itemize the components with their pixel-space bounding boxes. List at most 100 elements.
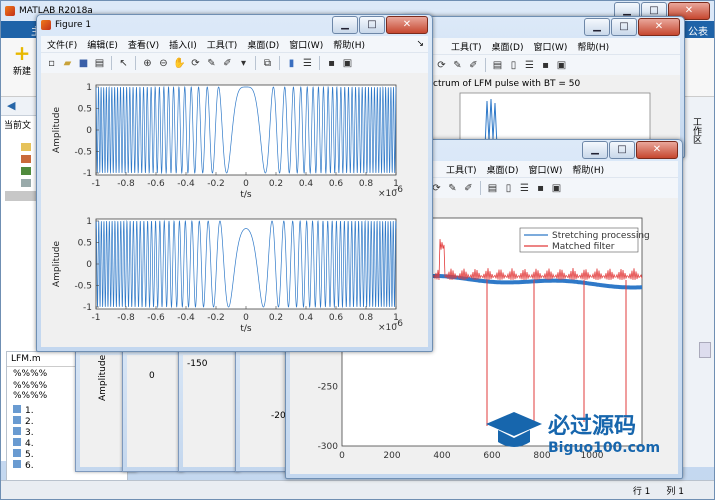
x-tick-label: -0.8 xyxy=(117,179,135,189)
new-figure-icon[interactable]: ▫ xyxy=(45,57,58,70)
x-tick-label: -1 xyxy=(92,313,101,323)
rotate-icon[interactable]: ⟳ xyxy=(435,59,448,72)
datatip-icon[interactable]: ✎ xyxy=(451,59,464,72)
menu-desktop[interactable]: 桌面(D) xyxy=(487,163,519,176)
hide-plot-icon[interactable]: ▪ xyxy=(325,57,338,70)
brush-dropdown-icon[interactable]: ▾ xyxy=(237,57,250,70)
workspace-tab[interactable]: 工作区 xyxy=(690,117,703,144)
toolbar-separator xyxy=(279,56,280,70)
menu-window[interactable]: 窗口(W) xyxy=(533,40,567,53)
zoom-out-icon[interactable]: ⊖ xyxy=(157,57,170,70)
hide-plot-icon[interactable]: ▪ xyxy=(534,182,547,195)
minimize-button[interactable]: ▁ xyxy=(584,18,610,36)
back-icon[interactable]: ◀ xyxy=(7,99,15,112)
datatip-icon[interactable]: ✎ xyxy=(205,57,218,70)
minimize-button[interactable]: ▁ xyxy=(582,141,608,159)
figure1-toolbar: ▫ ▰ ■ ▤ ↖ ⊕ ⊖ ✋ ⟳ ✎ ✐ ▾ ⧉ ▮ ☰ ▪ ▣ xyxy=(41,52,428,73)
menu-desktop[interactable]: 桌面(D) xyxy=(492,40,524,53)
maximize-button[interactable]: □ xyxy=(611,18,637,36)
file-icon[interactable] xyxy=(21,155,31,163)
legend-icon[interactable]: ☰ xyxy=(518,182,531,195)
legend-icon[interactable]: ☰ xyxy=(301,57,314,70)
close-button[interactable]: ✕ xyxy=(636,141,678,159)
menu-window[interactable]: 窗口(W) xyxy=(528,163,562,176)
close-button[interactable]: ✕ xyxy=(638,18,680,36)
hide-plot-icon[interactable]: ▪ xyxy=(539,59,552,72)
menu-file[interactable]: 文件(F) xyxy=(47,38,77,51)
show-plot-icon[interactable]: ▣ xyxy=(555,59,568,72)
subplot-top: -1 -0.8 -0.6 -0.4 -0.2 0 0.2 0.4 0.6 0.8 110.50-0.… xyxy=(52,83,403,200)
y-tick-label: 1 xyxy=(86,217,92,227)
print-icon[interactable]: ▤ xyxy=(93,57,106,70)
figure1-menubar: 文件(F) 编辑(E) 查看(V) 插入(I) 工具(T) 桌面(D) 窗口(W… xyxy=(41,36,428,52)
menu-help[interactable]: 帮助(H) xyxy=(577,40,609,53)
file-selected-row[interactable] xyxy=(5,191,37,201)
toolbar-separator xyxy=(255,56,256,70)
pointer-icon[interactable]: ↖ xyxy=(117,57,130,70)
menu-desktop[interactable]: 桌面(D) xyxy=(247,38,279,51)
y-tick-label: 0 xyxy=(86,126,92,136)
zoom-in-icon[interactable]: ⊕ xyxy=(141,57,154,70)
menu-help[interactable]: 帮助(H) xyxy=(333,38,365,51)
minimize-button[interactable]: ▁ xyxy=(332,16,358,34)
colorbar-icon[interactable]: ▯ xyxy=(502,182,515,195)
figure2-toolbar: ⟳ ✎ ✐ ▤ ▯ ☰ ▪ ▣ xyxy=(405,54,680,75)
plus-icon: + xyxy=(13,41,31,65)
pan-icon[interactable]: ✋ xyxy=(173,57,186,70)
status-bar: 行 1 列 1 xyxy=(1,480,714,499)
figure-window-1[interactable]: Figure 1 ▁ □ ✕ 文件(F) 编辑(E) 查看(V) 插入(I) 工… xyxy=(36,14,433,352)
datatip-icon[interactable]: ✎ xyxy=(446,182,459,195)
script-icon xyxy=(13,427,21,435)
menu-tools[interactable]: 工具(T) xyxy=(451,40,482,53)
x-tick-label: 0 xyxy=(243,179,249,189)
menu-edit[interactable]: 编辑(E) xyxy=(87,38,118,51)
save-icon[interactable]: ■ xyxy=(77,57,90,70)
x-tick-label: 0.8 xyxy=(359,179,374,189)
brush-icon[interactable]: ✐ xyxy=(462,182,475,195)
colorbar-icon[interactable]: ▯ xyxy=(507,59,520,72)
figure-client xyxy=(183,355,235,467)
legend-entry-stretching: Stretching processing xyxy=(552,231,650,241)
file-icon[interactable] xyxy=(21,167,31,175)
print-icon[interactable]: ▤ xyxy=(486,182,499,195)
brush-icon[interactable]: ✐ xyxy=(221,57,234,70)
workspace-scrollbar[interactable] xyxy=(699,342,711,358)
menu-tools[interactable]: 工具(T) xyxy=(446,163,477,176)
x-tick-label: 0.4 xyxy=(299,313,314,323)
list-item-label: 4. xyxy=(25,439,34,449)
rotate-icon[interactable]: ⟳ xyxy=(189,57,202,70)
x-tick-label: 0.2 xyxy=(269,313,283,323)
colorbar-icon[interactable]: ▮ xyxy=(285,57,298,70)
matlab-logo-icon xyxy=(5,6,15,16)
legend-icon[interactable]: ☰ xyxy=(523,59,536,72)
y-tick-label: -1 xyxy=(83,169,92,179)
new-button[interactable]: + 新建 xyxy=(7,42,37,77)
y-tick-label: -0.5 xyxy=(74,148,92,158)
menu-window[interactable]: 窗口(W) xyxy=(289,38,323,51)
figure-window-2[interactable]: ▁ □ ✕ 工具(T) 桌面(D) 窗口(W) 帮助(H) ⟳ ✎ ✐ ▤ ▯ … xyxy=(400,16,685,158)
menu-tools[interactable]: 工具(T) xyxy=(207,38,238,51)
y-tick-label: 1 xyxy=(86,83,92,93)
axis-ylabel: Amplitude xyxy=(98,354,108,401)
file-icon[interactable] xyxy=(21,179,31,187)
close-button[interactable]: ✕ xyxy=(386,16,428,34)
menu-help[interactable]: 帮助(H) xyxy=(572,163,604,176)
maximize-button[interactable]: □ xyxy=(359,16,385,34)
axis-tick: 0 xyxy=(149,371,155,381)
status-row: 行 1 xyxy=(632,486,651,497)
maximize-button[interactable]: □ xyxy=(609,141,635,159)
y-tick-label: -0.5 xyxy=(74,282,92,292)
show-plot-icon[interactable]: ▣ xyxy=(341,57,354,70)
brush-icon[interactable]: ✐ xyxy=(467,59,480,72)
print-icon[interactable]: ▤ xyxy=(491,59,504,72)
status-col: 列 1 xyxy=(666,486,684,497)
y-axis-label: Amplitude xyxy=(52,106,62,153)
open-icon[interactable]: ▰ xyxy=(61,57,74,70)
show-plot-icon[interactable]: ▣ xyxy=(550,182,563,195)
graduation-cap-icon xyxy=(486,412,542,447)
dock-arrow-icon[interactable]: ↘ xyxy=(416,39,424,49)
link-plot-icon[interactable]: ⧉ xyxy=(261,57,274,70)
menu-insert[interactable]: 插入(I) xyxy=(169,38,197,51)
menu-view[interactable]: 查看(V) xyxy=(128,38,159,51)
x-tick-label: 400 xyxy=(433,451,450,461)
